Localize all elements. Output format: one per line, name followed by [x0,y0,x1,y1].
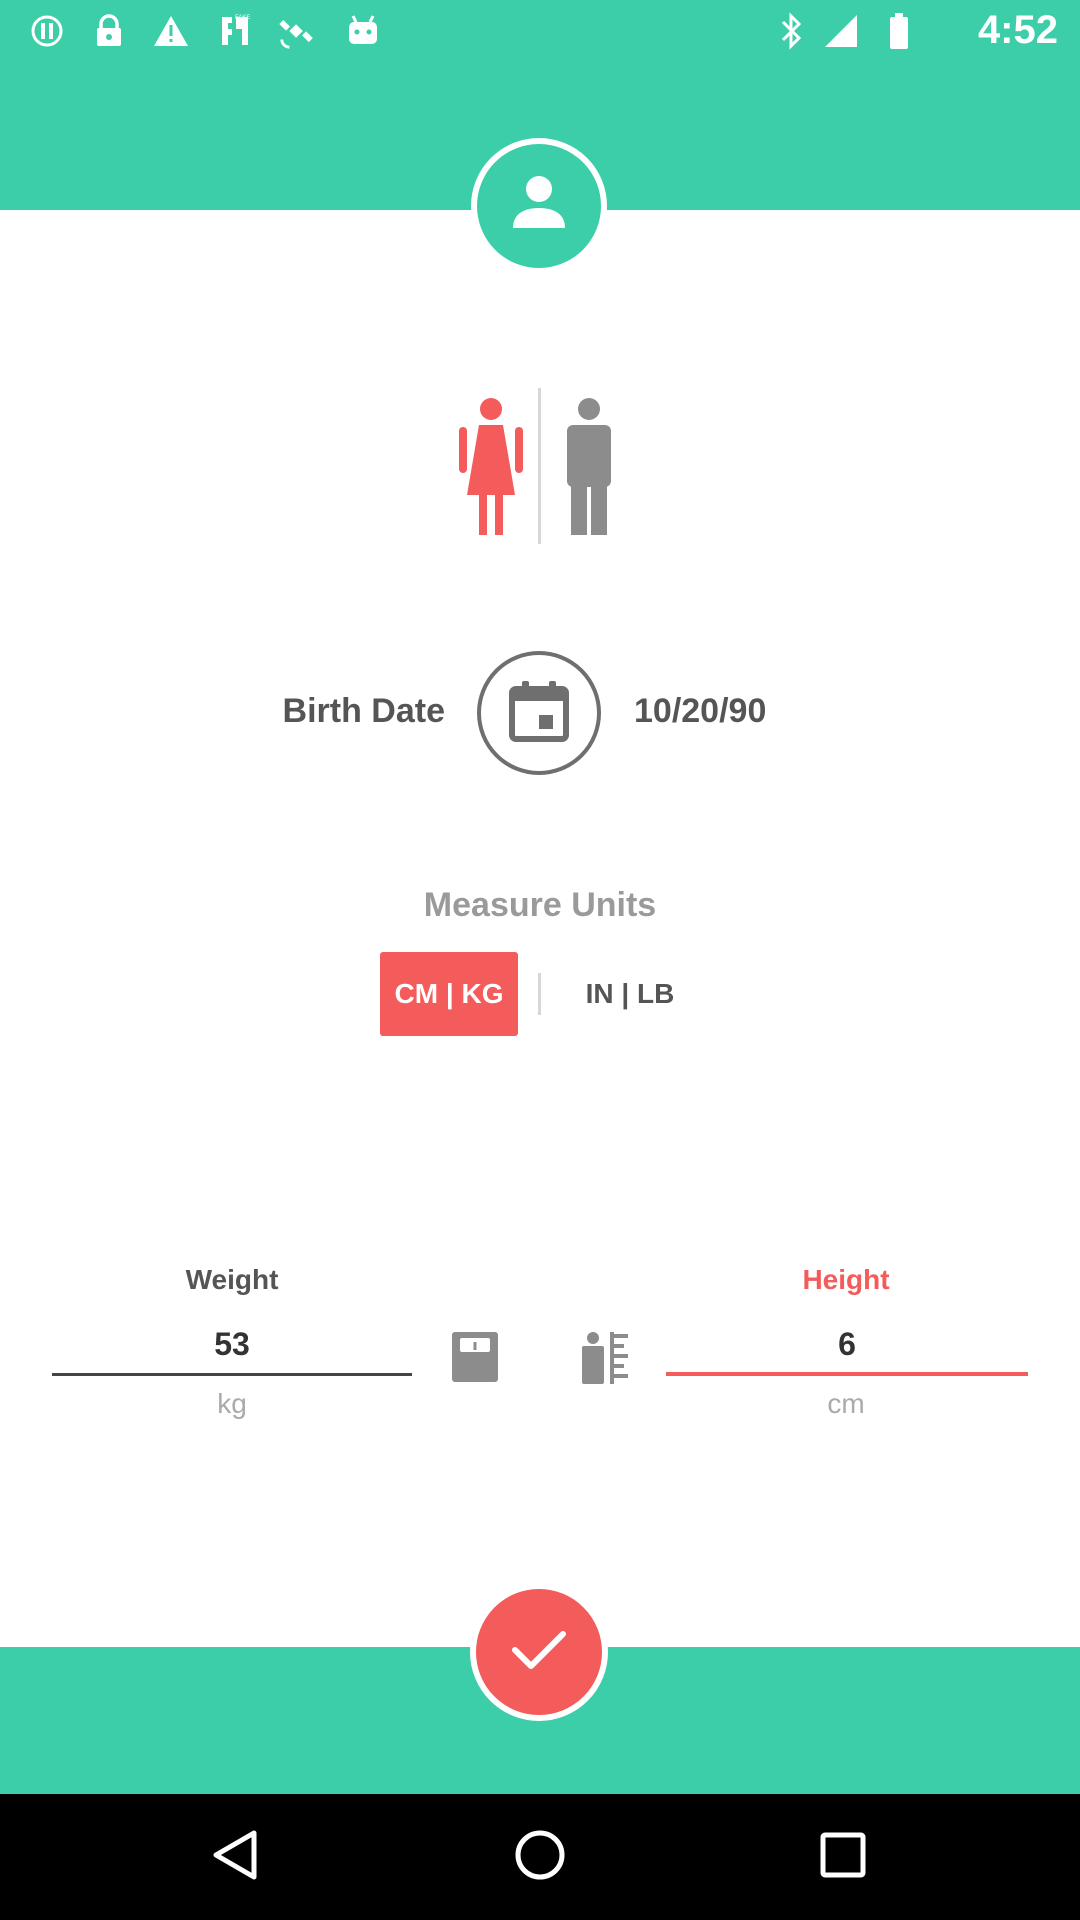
fake-gps-icon: FAKE [216,12,254,50]
units-divider [538,973,541,1015]
measure-units-title: Measure Units [423,886,657,924]
birth-date-value[interactable]: 10/20/90 [634,692,766,731]
data-saver-icon [28,12,66,50]
gender-female-button[interactable] [457,397,525,537]
status-bar: FAKE 4:52 [0,0,1080,62]
checkmark-icon [511,1628,567,1677]
signal-icon [822,12,860,50]
unit-metric-button[interactable]: CM | KG [380,952,518,1036]
gender-male-button[interactable] [555,397,623,537]
confirm-button[interactable] [470,1583,608,1721]
weight-label: Weight [185,1264,279,1295]
recents-button[interactable] [808,1822,878,1892]
calendar-icon [508,679,570,748]
lock-icon [90,12,128,50]
recents-icon [819,1831,867,1884]
height-unit: cm [827,1388,865,1419]
warning-icon [152,12,190,50]
back-button[interactable] [200,1822,270,1892]
birth-date-label: Birth Date [282,692,445,730]
gender-divider [538,388,541,544]
bluetooth-icon [772,12,810,50]
female-icon [457,398,525,541]
svg-text:FAKE: FAKE [235,15,250,21]
ruler-icon [578,1330,632,1386]
unit-imperial-button[interactable]: IN | LB [560,952,700,1036]
status-time: 4:52 [977,8,1058,52]
height-label: Height [802,1264,890,1295]
scale-icon [450,1330,500,1384]
birth-date-picker-button[interactable] [477,651,601,775]
weight-input[interactable]: 53 [52,1320,412,1376]
android-icon [344,12,382,50]
height-input[interactable]: 6 [666,1320,1028,1376]
satellite-icon [278,12,316,50]
weight-unit: kg [217,1388,247,1419]
back-icon [212,1829,258,1886]
profile-avatar-button[interactable] [471,138,607,274]
male-icon [555,398,623,541]
home-icon [514,1829,566,1886]
person-icon [509,172,569,241]
battery-icon [880,12,918,50]
navigation-bar [0,1794,1080,1920]
home-button[interactable] [505,1822,575,1892]
